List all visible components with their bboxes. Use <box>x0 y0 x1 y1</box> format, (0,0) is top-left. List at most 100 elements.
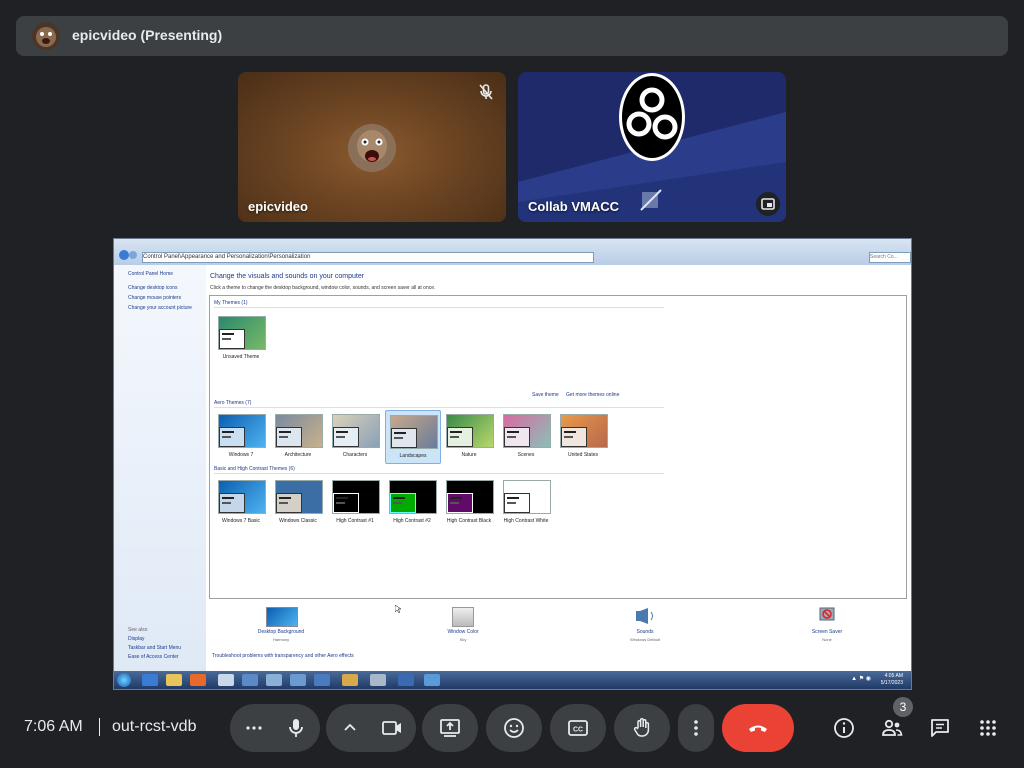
taskbar-app-icon[interactable] <box>370 674 386 686</box>
group-basic-themes: Basic and High Contrast Themes (6) <box>214 466 295 472</box>
taskbar-app-icon[interactable] <box>342 674 358 686</box>
participant-tile-epicvideo[interactable]: epicvideo <box>238 72 506 222</box>
raise-hand-button[interactable] <box>614 704 670 752</box>
help-icon[interactable] <box>398 674 414 686</box>
theme-characters[interactable]: Characters <box>328 410 382 462</box>
emoji-icon <box>504 718 524 738</box>
captions-button[interactable]: CC <box>550 704 606 752</box>
explorer-icon[interactable] <box>166 674 182 686</box>
present-screen-icon <box>440 719 460 737</box>
theme-scenes[interactable]: Scenes <box>499 410 553 462</box>
participant-tile-collab-vmacc[interactable]: Collab VMACC <box>518 72 786 222</box>
setting-value: Sky <box>459 637 467 642</box>
theme-united-states[interactable]: United States <box>556 410 610 462</box>
microphone-icon[interactable] <box>284 716 308 740</box>
theme-nature[interactable]: Nature <box>442 410 496 462</box>
left-navigation-pane: Control Panel Home Change desktop icons … <box>114 265 206 671</box>
divider <box>214 407 664 408</box>
theme-high-contrast-2[interactable]: High Contrast #2 <box>385 476 439 528</box>
chat-icon[interactable] <box>928 716 952 740</box>
link-ease-of-access[interactable]: Ease of Access Center <box>128 654 179 660</box>
participant-name: epicvideo <box>248 199 308 214</box>
link-account-picture[interactable]: Change your account picture <box>128 305 192 311</box>
address-bar[interactable]: Control Panel\Appearance and Personaliza… <box>142 252 594 263</box>
setting-title: Screen Saver <box>811 629 843 635</box>
divider <box>214 307 664 308</box>
theme-windows-7[interactable]: Windows 7 <box>214 410 268 462</box>
mic-off-icon <box>474 80 498 104</box>
presenting-banner: epicvideo (Presenting) <box>16 16 1008 56</box>
theme-high-contrast-white[interactable]: High Contrast White <box>499 476 553 528</box>
theme-label: High Contrast #1 <box>336 518 374 524</box>
taskbar-app-icon[interactable] <box>314 674 330 686</box>
present-screen-button[interactable] <box>422 704 478 752</box>
desktop-background-setting[interactable]: Desktop Background Harmony <box>236 607 326 651</box>
activities-grid-icon[interactable] <box>976 716 1000 740</box>
see-also-label: See also <box>128 627 148 633</box>
participant-avatar <box>348 124 396 172</box>
more-audio-options-icon[interactable] <box>242 716 266 740</box>
more-options-button[interactable] <box>678 704 714 752</box>
theme-high-contrast-1[interactable]: High Contrast #1 <box>328 476 382 528</box>
back-forward-icon[interactable] <box>118 249 138 261</box>
reactions-button[interactable] <box>486 704 542 752</box>
pin-tile-icon[interactable] <box>756 192 780 216</box>
theme-thumbnail <box>218 480 266 514</box>
setting-title: Sounds <box>636 629 654 635</box>
raise-hand-icon <box>633 718 650 737</box>
setting-value: Harmony <box>272 637 290 642</box>
link-taskbar-start[interactable]: Taskbar and Start Menu <box>128 645 181 651</box>
end-call-icon <box>749 725 767 732</box>
svg-text:CC: CC <box>573 727 583 734</box>
setting-value: None <box>822 637 832 642</box>
window-color-setting[interactable]: Window Color Sky <box>418 607 508 651</box>
camera-control-group <box>326 704 416 752</box>
search-box[interactable]: Search Co... <box>869 252 911 263</box>
camera-off-icon <box>639 188 663 212</box>
personalization-pane: Change the visuals and sounds on your co… <box>206 265 909 671</box>
theme-label: United States <box>567 452 599 458</box>
taskbar-app-icon[interactable] <box>218 674 234 686</box>
theme-thumbnail <box>390 415 438 449</box>
group-my-themes: My Themes (1) <box>214 300 248 306</box>
theme-thumbnail <box>275 414 323 448</box>
sounds-setting[interactable]: Sounds Windows Default <box>600 607 690 651</box>
theme-thumbnail <box>560 414 608 448</box>
taskbar-app-icon[interactable] <box>242 674 258 686</box>
page-title: Change the visuals and sounds on your co… <box>210 273 365 280</box>
save-theme-link[interactable]: Save theme <box>532 392 559 398</box>
theme-high-contrast-black[interactable]: High Contrast Black <box>442 476 496 528</box>
taskbar-date: 5/17/2023 <box>880 680 903 686</box>
obs-logo-icon <box>617 72 687 162</box>
screen-saver-setting[interactable]: Screen Saver None <box>782 607 872 651</box>
theme-unsaved[interactable]: Unsaved Theme <box>214 312 268 364</box>
theme-windows-7-basic[interactable]: Windows 7 Basic <box>214 476 268 528</box>
link-desktop-icons[interactable]: Change desktop icons <box>128 285 177 291</box>
shared-screen: Control Panel\Appearance and Personaliza… <box>113 238 912 690</box>
meeting-info-icon[interactable] <box>832 716 856 740</box>
chevron-up-icon[interactable] <box>338 716 362 740</box>
divider <box>99 718 100 736</box>
media-player-icon[interactable] <box>190 674 206 686</box>
taskbar-app-icon[interactable] <box>266 674 282 686</box>
theme-windows-classic[interactable]: Windows Classic <box>271 476 325 528</box>
start-button-icon[interactable] <box>117 673 131 687</box>
camera-icon[interactable] <box>380 716 404 740</box>
ie-icon[interactable] <box>142 674 158 686</box>
leave-call-button[interactable] <box>722 704 794 752</box>
people-icon[interactable] <box>880 716 904 740</box>
taskbar-app-icon[interactable] <box>290 674 306 686</box>
captions-icon: CC <box>568 720 588 736</box>
troubleshoot-link[interactable]: Troubleshoot problems with transparency … <box>212 653 354 659</box>
link-mouse-pointers[interactable]: Change mouse pointers <box>128 295 181 301</box>
link-control-panel-home[interactable]: Control Panel Home <box>128 271 173 277</box>
theme-landscapes[interactable]: Landscapes <box>385 410 441 464</box>
group-aero-themes: Aero Themes (7) <box>214 400 252 406</box>
theme-architecture[interactable]: Architecture <box>271 410 325 462</box>
taskbar-clock: 4:05 AM 5/17/2023 <box>881 673 903 687</box>
link-display[interactable]: Display <box>128 636 144 642</box>
get-more-themes-link[interactable]: Get more themes online <box>566 392 619 398</box>
control-panel-icon[interactable] <box>424 674 440 686</box>
meeting-controls: 7:06 AM out-rcst-vdb CC <box>0 698 1024 768</box>
theme-label: Landscapes <box>399 453 427 459</box>
